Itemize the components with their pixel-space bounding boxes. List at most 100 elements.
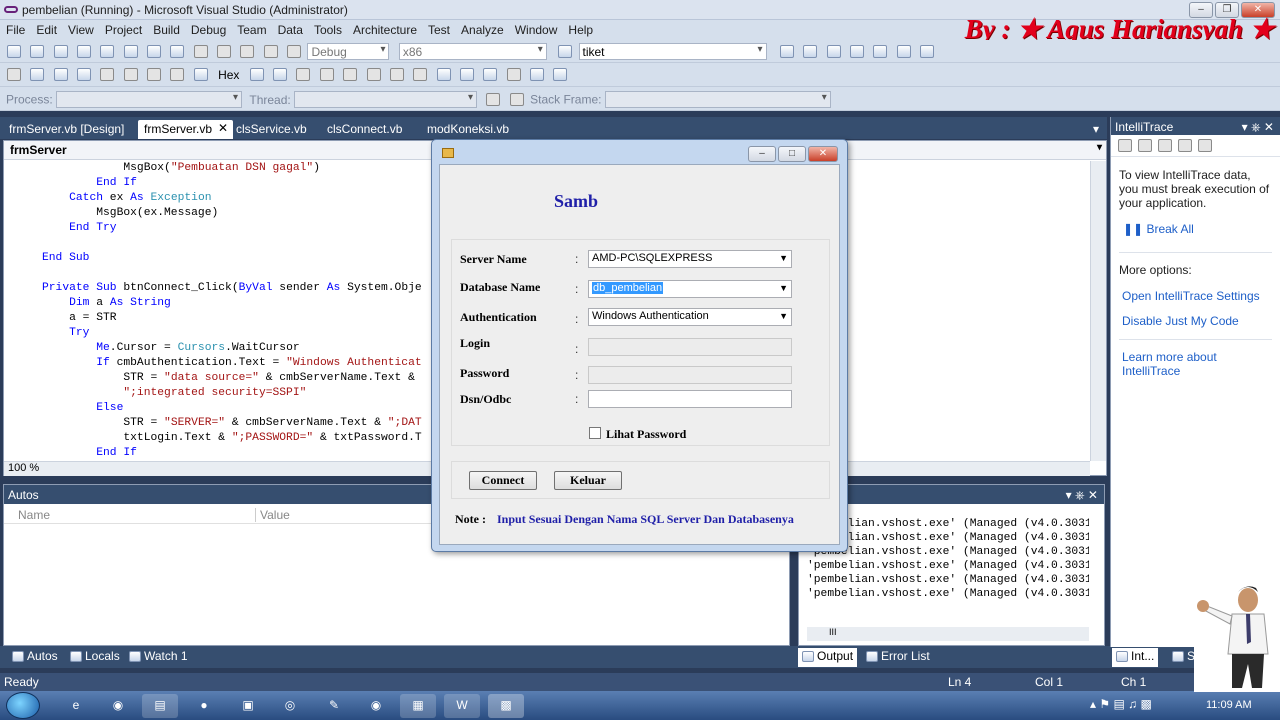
tool-icon[interactable]: ◎ xyxy=(272,694,308,718)
chrome-icon[interactable]: ◉ xyxy=(100,694,136,718)
bookmark-icon[interactable] xyxy=(343,68,358,82)
server-name-combo[interactable]: AMD-PC\SQLEXPRESS xyxy=(588,250,792,268)
toggle-bookmark-icon[interactable] xyxy=(553,68,568,82)
tab-frmserver-vb[interactable]: frmServer.vb ✕ xyxy=(138,120,233,139)
start-button[interactable] xyxy=(6,692,40,719)
restart-icon[interactable] xyxy=(77,68,92,82)
menu-file[interactable]: File xyxy=(0,20,30,37)
menu-build[interactable]: Build xyxy=(147,20,185,37)
properties-icon[interactable] xyxy=(803,45,818,58)
navigate-forward-icon[interactable] xyxy=(263,45,278,58)
comment-out-icon[interactable] xyxy=(296,68,311,82)
autos-col-value[interactable]: Value xyxy=(255,508,290,522)
pane-controls-icon[interactable]: ▾ ⎈ ✕ xyxy=(1242,120,1274,135)
app-icon[interactable]: ● xyxy=(186,694,222,718)
notes-icon[interactable]: ▣ xyxy=(230,694,266,718)
step-out-icon[interactable] xyxy=(170,68,185,82)
tab-modkoneksi[interactable]: modKoneksi.vb xyxy=(421,120,515,139)
learn-more-link[interactable]: Learn more about IntelliTrace xyxy=(1122,350,1272,378)
find-combo[interactable]: tiket xyxy=(578,43,767,60)
menu-tools[interactable]: Tools xyxy=(308,20,347,37)
dialog-close-button[interactable]: ✕ xyxy=(808,146,838,162)
stop-debugging-icon[interactable] xyxy=(53,68,68,82)
comment-icon[interactable] xyxy=(459,68,474,82)
menu-window[interactable]: Window xyxy=(509,20,563,37)
next-bookmark-icon[interactable] xyxy=(483,68,498,82)
continue-icon[interactable] xyxy=(7,68,21,82)
break-all-icon[interactable] xyxy=(30,68,45,82)
find-in-files-icon[interactable] xyxy=(558,45,573,58)
redo-icon[interactable] xyxy=(217,45,232,58)
undo-icon[interactable] xyxy=(193,45,208,58)
output-horizontal-scrollbar[interactable]: III xyxy=(807,627,1089,641)
prev-bookmark-icon[interactable] xyxy=(506,68,521,82)
navigate-backward-icon[interactable] xyxy=(240,45,255,58)
open-settings-link[interactable]: Open IntelliTrace Settings xyxy=(1122,289,1272,303)
flag-thread-icon[interactable] xyxy=(486,93,501,106)
autos-col-name[interactable]: Name xyxy=(18,508,50,522)
notepad-icon[interactable]: ✎ xyxy=(316,694,352,718)
solution-configuration-combo[interactable]: Debug xyxy=(307,43,390,60)
menu-architecture[interactable]: Architecture xyxy=(347,20,422,37)
show-threads-icon[interactable] xyxy=(249,68,264,82)
menu-test[interactable]: Test xyxy=(422,20,455,37)
menu-project[interactable]: Project xyxy=(99,20,147,37)
break-all-link[interactable]: Break All xyxy=(1146,222,1193,236)
window-layout-icon[interactable] xyxy=(436,68,451,82)
command-window-icon[interactable] xyxy=(919,45,934,58)
intellitrace-events-icon[interactable] xyxy=(1118,139,1132,153)
scroll-thumb[interactable]: III xyxy=(829,627,837,637)
tab-frmserver-design[interactable]: frmServer.vb [Design] xyxy=(3,120,130,139)
breakpoints-window-icon[interactable] xyxy=(273,68,288,82)
dialog-minimize-button[interactable]: – xyxy=(748,146,776,162)
add-item-icon[interactable] xyxy=(30,45,45,58)
running-app-icon[interactable]: ▩ xyxy=(488,694,524,718)
tab-watch[interactable]: Watch 1 xyxy=(125,648,192,667)
intellitrace-calls-icon[interactable] xyxy=(1138,139,1152,153)
menu-edit[interactable]: Edit xyxy=(30,20,62,37)
authentication-combo[interactable]: Windows Authentication xyxy=(588,308,792,326)
toolbox-icon[interactable] xyxy=(849,45,864,58)
paste-icon[interactable] xyxy=(170,45,185,58)
show-password-label[interactable]: Lihat Password xyxy=(606,427,686,442)
save-icon[interactable] xyxy=(77,45,92,58)
tab-clsservice[interactable]: clsService.vb xyxy=(230,120,313,139)
process-combo[interactable] xyxy=(56,91,243,108)
object-browser-icon[interactable] xyxy=(826,45,841,58)
extension-manager-icon[interactable] xyxy=(873,45,888,58)
step-into-icon[interactable] xyxy=(123,68,138,82)
flag-all-threads-icon[interactable] xyxy=(509,93,524,106)
login-input[interactable] xyxy=(588,338,792,356)
tab-error-list[interactable]: Error List xyxy=(862,648,934,667)
tab-output[interactable]: Output xyxy=(798,648,858,667)
save-all-icon[interactable] xyxy=(100,45,115,58)
dsn-odbc-input[interactable] xyxy=(588,390,792,408)
copy-icon[interactable] xyxy=(147,45,162,58)
dialog-maximize-button[interactable]: □ xyxy=(778,146,806,162)
thread-combo[interactable] xyxy=(294,91,478,108)
solution-explorer-icon[interactable] xyxy=(779,45,794,58)
format-icon[interactable] xyxy=(413,68,428,82)
intellitrace-save-icon[interactable] xyxy=(1178,139,1192,153)
sql-icon[interactable]: ▦ xyxy=(400,694,436,718)
pane-controls-icon[interactable]: ▾ ⎈ ✕ xyxy=(1066,488,1098,502)
menu-debug[interactable]: Debug xyxy=(185,20,231,37)
indent-icon[interactable] xyxy=(366,68,381,82)
menu-data[interactable]: Data xyxy=(272,20,308,37)
cut-icon[interactable] xyxy=(123,45,138,58)
close-tab-icon[interactable]: ✕ xyxy=(218,121,228,135)
open-file-icon[interactable] xyxy=(53,45,68,58)
start-debugging-icon[interactable] xyxy=(287,45,302,58)
outdent-icon[interactable] xyxy=(389,68,404,82)
firefox-icon[interactable]: ◉ xyxy=(358,694,394,718)
menu-team[interactable]: Team xyxy=(231,20,271,37)
tab-clsconnect[interactable]: clsConnect.vb xyxy=(321,120,408,139)
uncomment-icon[interactable] xyxy=(319,68,334,82)
database-name-combo[interactable]: db_pembelian xyxy=(588,280,792,298)
start-page-icon[interactable] xyxy=(896,45,911,58)
editor-vertical-scrollbar[interactable] xyxy=(1090,161,1106,461)
quick-watch-icon[interactable] xyxy=(193,68,208,82)
show-password-checkbox[interactable] xyxy=(589,427,601,439)
menu-view[interactable]: View xyxy=(62,20,99,37)
hex-toggle[interactable]: Hex xyxy=(218,68,239,82)
